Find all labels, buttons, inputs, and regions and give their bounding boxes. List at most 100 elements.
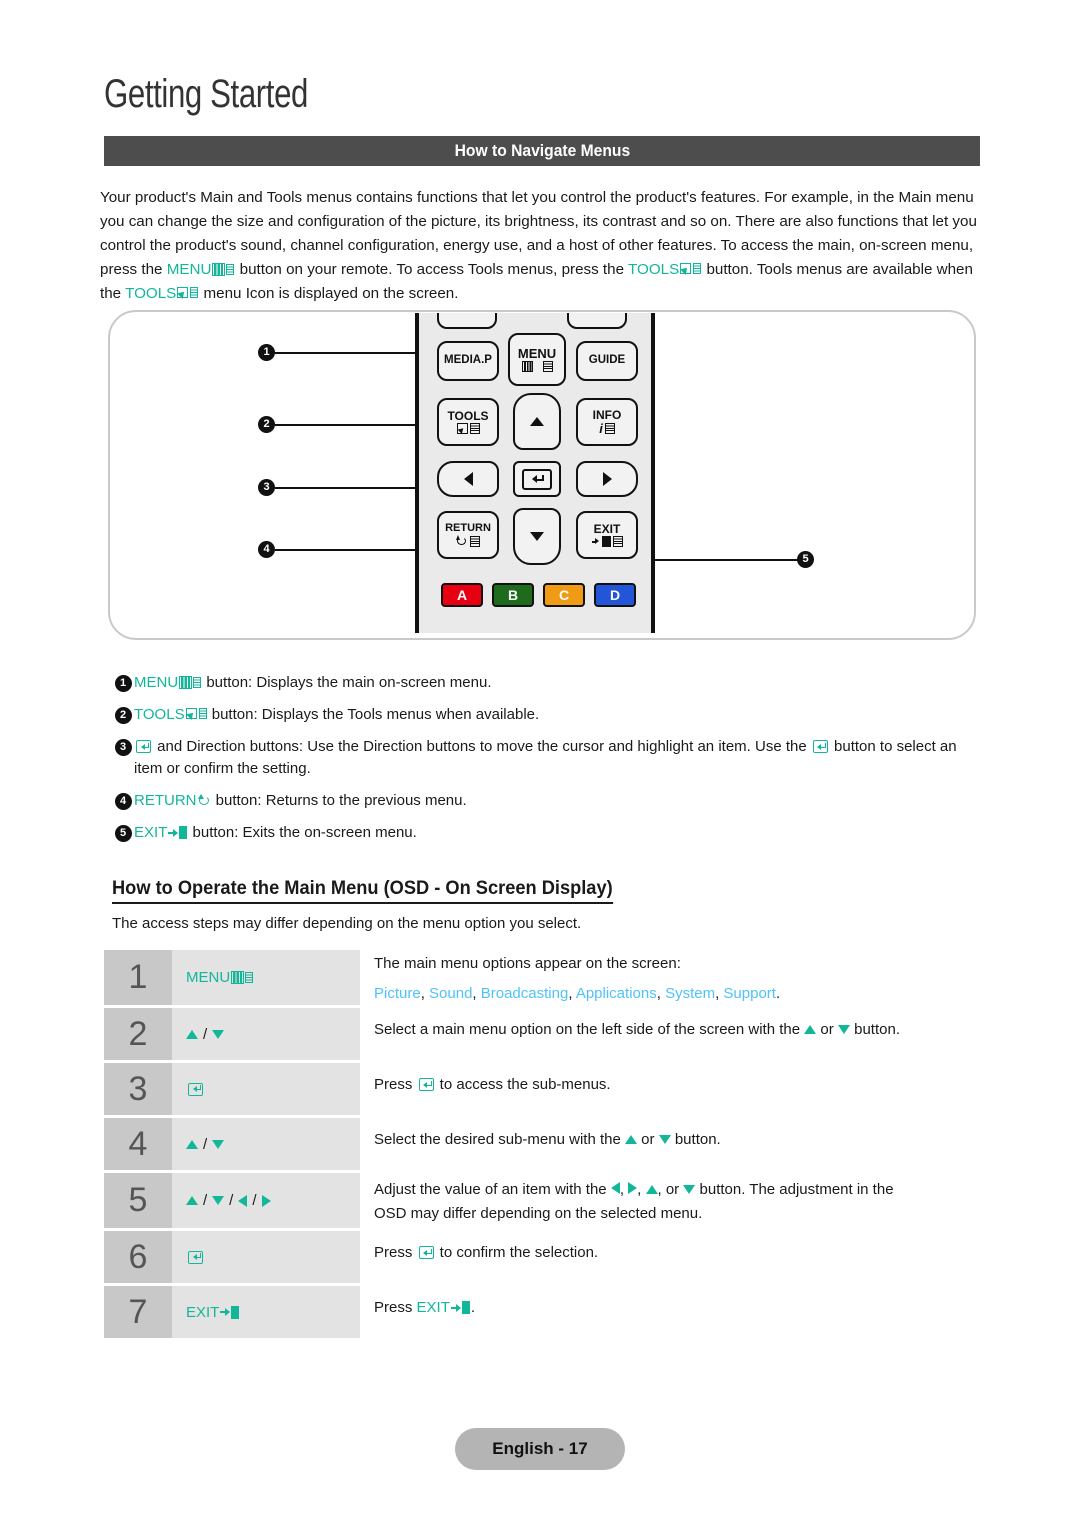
remote-button-enter[interactable] bbox=[513, 461, 561, 497]
remote-button-media-p[interactable]: MEDIA.P bbox=[437, 341, 499, 381]
step-desc-2: Select a main menu option on the left si… bbox=[360, 1008, 984, 1060]
remote-button-info-i: i bbox=[599, 420, 603, 436]
callout-marker-1: 1 bbox=[258, 344, 275, 361]
step-desc-5: Adjust the value of an item with the , ,… bbox=[360, 1173, 984, 1228]
step-number-3: 3 bbox=[104, 1063, 172, 1115]
up-arrow-icon bbox=[186, 1196, 198, 1205]
left-arrow-icon bbox=[238, 1194, 248, 1207]
remote-button-left[interactable] bbox=[437, 461, 499, 497]
return-icon bbox=[197, 794, 211, 807]
menu-list-icon bbox=[542, 361, 553, 373]
page-title: Getting Started bbox=[104, 72, 309, 116]
remote-color-button-c[interactable]: C bbox=[543, 583, 585, 607]
explanation-marker-1-dot: 1 bbox=[114, 675, 132, 692]
tools-list-icon bbox=[469, 423, 480, 435]
remote-button-tools[interactable]: TOOLS bbox=[437, 398, 499, 446]
menu-icon bbox=[212, 263, 235, 276]
tools-icon-2 bbox=[177, 286, 199, 300]
step-desc-1: The main menu options appear on the scre… bbox=[360, 950, 984, 1005]
operate-section-heading: How to Operate the Main Menu (OSD - On S… bbox=[112, 878, 613, 904]
step-1-key-label: MENU bbox=[186, 969, 231, 986]
explanation-text-4: RETURN button: Returns to the previous m… bbox=[134, 790, 984, 812]
remote-color-button-b[interactable]: B bbox=[492, 583, 534, 607]
remote-button-return[interactable]: RETURN bbox=[437, 511, 499, 559]
remote-button-up[interactable] bbox=[513, 393, 561, 450]
steps-table: 1 MENU The main menu options appear on t… bbox=[104, 950, 984, 1341]
callout-marker-2: 2 bbox=[258, 416, 275, 433]
step-3-desc-a: Press bbox=[374, 1076, 417, 1093]
explanation-marker-2-dot: 2 bbox=[114, 707, 132, 724]
remote-color-button-b-label: B bbox=[507, 587, 519, 603]
step-5-desc-a: Adjust the value of an item with the bbox=[374, 1181, 611, 1198]
remote-button-exit[interactable]: EXIT bbox=[576, 511, 638, 559]
intro-line-4-b: button on your remote. To access Tools m… bbox=[235, 261, 625, 278]
step-key-1: MENU bbox=[172, 950, 360, 1005]
remote-color-button-a[interactable]: A bbox=[441, 583, 483, 607]
callout-marker-1-label: 1 bbox=[263, 346, 270, 358]
remote-button-menu[interactable]: MENU bbox=[508, 333, 566, 386]
up-arrow-icon bbox=[624, 1135, 637, 1144]
explanation-marker-4: 4 bbox=[112, 793, 134, 810]
table-row: 6 Press to confirm the selection. bbox=[104, 1231, 984, 1283]
remote-button-menu-label: MENU bbox=[517, 345, 557, 361]
step-number-2: 2 bbox=[104, 1008, 172, 1060]
up-arrow-icon bbox=[645, 1185, 658, 1194]
intro-line-1: Your product's Main and Tools menus cont… bbox=[100, 189, 895, 206]
explanation-1-key: MENU bbox=[134, 674, 179, 691]
remote-button-info[interactable]: INFO i bbox=[576, 398, 638, 446]
step-desc-7: Press EXIT. bbox=[360, 1286, 984, 1338]
exit-icon bbox=[220, 1305, 240, 1319]
explanation-5-key: EXIT bbox=[134, 824, 168, 841]
table-row: 1 MENU The main menu options appear on t… bbox=[104, 950, 984, 1005]
tools-key-label: TOOLS bbox=[628, 261, 680, 278]
right-arrow-icon bbox=[628, 1182, 638, 1194]
tools-icon bbox=[185, 707, 207, 721]
exit-list-icon bbox=[612, 536, 623, 548]
enter-icon bbox=[418, 1078, 434, 1091]
explanation-5-body: button: Exits the on-screen menu. bbox=[188, 824, 417, 841]
down-arrow-icon bbox=[212, 1029, 225, 1039]
step-6-desc-a: Press bbox=[374, 1244, 417, 1261]
up-arrow-icon bbox=[186, 1029, 198, 1039]
remote-button-right[interactable] bbox=[576, 461, 638, 497]
step-number-6: 6 bbox=[104, 1231, 172, 1283]
step-5-desc-d: , or bbox=[657, 1181, 684, 1198]
down-arrow-icon bbox=[212, 1139, 225, 1149]
enter-icon bbox=[522, 468, 552, 490]
menu-option-picture: Picture bbox=[374, 985, 421, 1002]
remote-color-button-c-label: C bbox=[558, 587, 570, 603]
table-row: 4 / Select the desired sub-menu with the… bbox=[104, 1118, 984, 1170]
up-arrow-icon bbox=[804, 1025, 817, 1034]
callout-marker-3: 3 bbox=[258, 479, 275, 496]
down-arrow-icon bbox=[837, 1025, 850, 1034]
table-row: 2 / Select a main menu option on the lef… bbox=[104, 1008, 984, 1060]
page-number-label: English - 17 bbox=[492, 1439, 588, 1458]
enter-icon bbox=[188, 1250, 203, 1264]
menu-option-broadcasting: Broadcasting bbox=[480, 985, 569, 1002]
remote-button-down[interactable] bbox=[513, 508, 561, 565]
remote-button-guide-label: GUIDE bbox=[588, 354, 626, 367]
remote-button-top-left-partial bbox=[437, 313, 497, 329]
step-4-desc-mid: or bbox=[636, 1131, 659, 1148]
callout-marker-3-label: 3 bbox=[263, 481, 270, 493]
step-5-desc-e: button. The adjustment in the bbox=[695, 1181, 894, 1198]
right-arrow-icon bbox=[261, 1194, 271, 1207]
remote-button-guide[interactable]: GUIDE bbox=[576, 341, 638, 381]
step-3-desc-b: to access the sub-menus. bbox=[435, 1076, 611, 1093]
table-row: 5 // / Adjust the value of an item with t… bbox=[104, 1173, 984, 1228]
remote-color-button-a-label: A bbox=[456, 587, 468, 603]
step-7-desc-a: Press bbox=[374, 1299, 417, 1316]
explanation-marker-4-label: 4 bbox=[119, 795, 127, 807]
remote-color-button-d[interactable]: D bbox=[594, 583, 636, 607]
callout-explanation-list: 1 MENU button: Displays the main on-scre… bbox=[112, 672, 984, 854]
explanation-text-2: TOOLS button: Displays the Tools menus w… bbox=[134, 704, 984, 726]
down-arrow-icon bbox=[212, 1196, 225, 1205]
down-arrow-icon bbox=[530, 532, 544, 541]
list-item: 5 EXIT button: Exits the on-screen menu. bbox=[112, 822, 984, 844]
step-key-2: / bbox=[172, 1008, 360, 1060]
exit-icon bbox=[168, 826, 188, 839]
callout-marker-4-label: 4 bbox=[263, 543, 270, 555]
table-row: 3 Press to access the sub-menus. bbox=[104, 1063, 984, 1115]
step-number-5: 5 bbox=[104, 1173, 172, 1228]
info-list-icon bbox=[604, 423, 615, 435]
